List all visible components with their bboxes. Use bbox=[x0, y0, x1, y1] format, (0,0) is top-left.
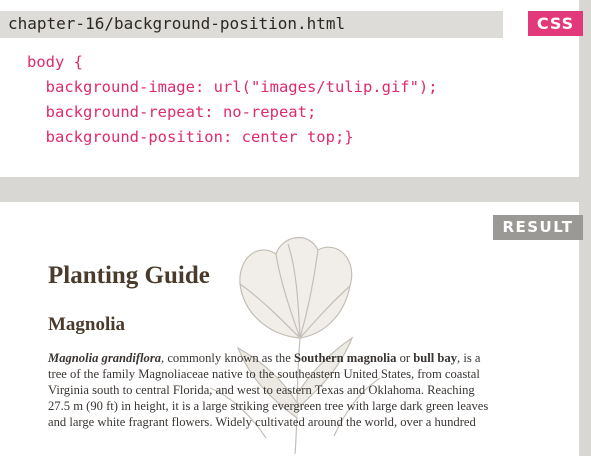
panel-divider bbox=[0, 177, 579, 202]
text-run: , commonly known as the bbox=[161, 351, 294, 365]
result-tag: RESULT bbox=[493, 215, 583, 240]
code-line: body { bbox=[27, 53, 83, 71]
paragraph-line: 27.5 m (90 ft) in height, it is a large … bbox=[48, 399, 489, 413]
filename-bar: chapter-16/background-position.html bbox=[0, 11, 503, 38]
paragraph-line: and large white fragrant flowers. Widely… bbox=[48, 415, 476, 429]
code-line: background-repeat: no-repeat; bbox=[27, 103, 317, 121]
page-title: Planting Guide bbox=[48, 262, 210, 289]
paragraph-line: Magnolia grandiflora, commonly known as … bbox=[48, 350, 532, 366]
paragraph-line: Virginia south to central Florida, and w… bbox=[48, 383, 475, 397]
text-run: , is a bbox=[457, 351, 481, 365]
botanical-name: Magnolia grandiflora bbox=[48, 351, 162, 365]
section-heading: Magnolia bbox=[48, 314, 126, 335]
code-line: background-image: url("images/tulip.gif"… bbox=[27, 78, 438, 96]
common-name: Southern magnolia bbox=[293, 351, 397, 365]
css-tag: CSS bbox=[528, 11, 583, 36]
description-paragraph: Magnolia grandiflora, commonly known as … bbox=[48, 350, 532, 430]
css-code-block: body { background-image: url("images/tul… bbox=[27, 50, 438, 150]
code-line: background-position: center top;} bbox=[27, 128, 354, 146]
paragraph-line: tree of the family Magnoliaceae native t… bbox=[48, 367, 480, 381]
common-name-alt: bull bay bbox=[413, 351, 458, 365]
example-page: chapter-16/background-position.html CSS … bbox=[0, 0, 591, 456]
text-run: or bbox=[396, 351, 414, 365]
filename-label: chapter-16/background-position.html bbox=[8, 14, 346, 33]
